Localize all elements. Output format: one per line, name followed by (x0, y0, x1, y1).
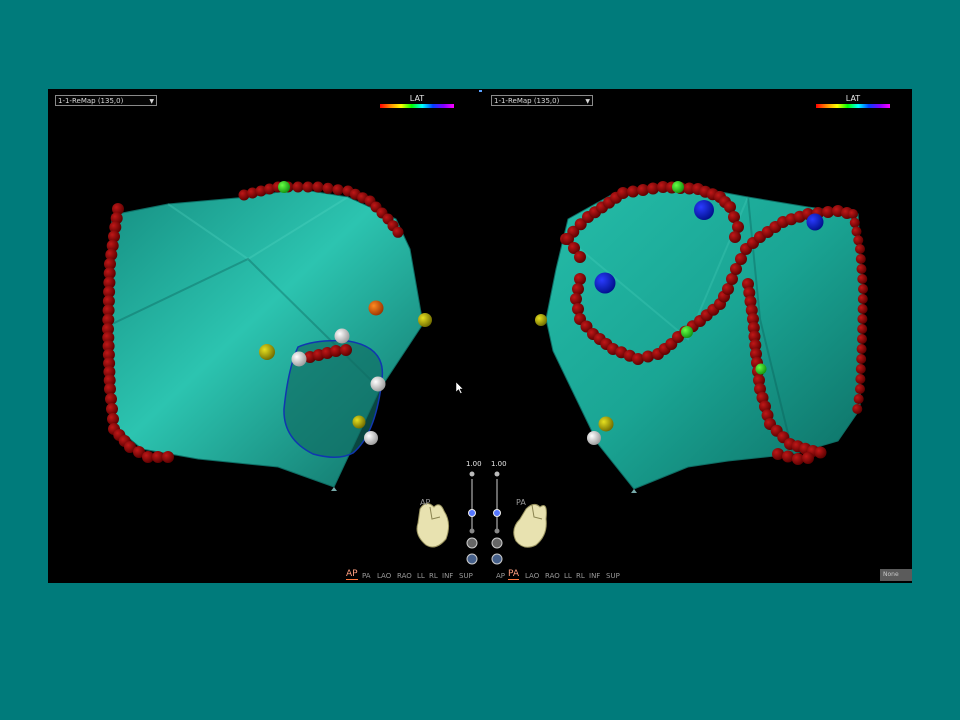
ablation-tag (312, 181, 324, 193)
none-dropdown-label: None (883, 571, 899, 578)
view-button-right-ll[interactable]: LL (564, 572, 572, 580)
slider-thumb[interactable] (468, 509, 476, 517)
ablation-tag (572, 303, 584, 315)
ablation-tag (855, 254, 866, 264)
orientation-label-right: PA (516, 498, 526, 507)
ablation-tag (572, 283, 584, 295)
point-marker (587, 431, 601, 445)
slider-thumb[interactable] (493, 509, 501, 517)
point-marker (364, 431, 378, 445)
view-button-right-lao[interactable]: LAO (525, 572, 539, 580)
opacity-value-left: 1.00 (466, 460, 482, 468)
ablation-tag (853, 235, 864, 246)
opacity-value-right: 1.00 (491, 460, 507, 468)
view-button-right-rl[interactable]: RL (576, 572, 585, 580)
ablation-tag (814, 446, 827, 459)
mouse-cursor-icon (455, 381, 464, 394)
view-button-left-lao[interactable]: LAO (377, 572, 391, 580)
point-marker (352, 415, 366, 429)
point-marker (694, 200, 714, 220)
opacity-slider-left[interactable] (466, 471, 478, 565)
view-button-left-sup[interactable]: SUP (459, 572, 473, 580)
point-marker (278, 181, 290, 193)
view-button-left-ll[interactable]: LL (417, 572, 425, 580)
view-button-left-ap[interactable]: AP (346, 569, 358, 580)
ablation-tag (857, 324, 868, 334)
ablation-tag (855, 244, 865, 254)
ablation-tag (857, 334, 867, 344)
view-button-right-rao[interactable]: RAO (545, 572, 560, 580)
ablation-tag (848, 209, 858, 219)
ablation-tag (772, 448, 784, 460)
point-marker (418, 313, 432, 327)
ablation-tag (392, 226, 404, 238)
point-marker (672, 181, 684, 193)
point-marker (806, 213, 824, 231)
orientation-label-left: AP (420, 498, 431, 507)
view-button-left-pa[interactable]: PA (362, 572, 371, 580)
view-button-left-inf[interactable]: INF (442, 572, 453, 580)
point-marker (598, 416, 614, 432)
point-marker (291, 351, 307, 367)
ablation-tag (632, 353, 644, 365)
ablation-tag (857, 274, 868, 284)
ablation-tag (857, 294, 868, 304)
ablation-tag (855, 364, 866, 374)
ablation-tag (858, 284, 868, 294)
ablation-tag (570, 293, 582, 305)
view-button-right-ap[interactable]: AP (496, 572, 505, 580)
opacity-slider-right[interactable] (491, 471, 503, 565)
ablation-tag (856, 344, 867, 354)
ablation-tag (857, 304, 868, 314)
ablation-tag (857, 314, 868, 324)
point-marker (755, 363, 767, 375)
ablation-tag (856, 264, 867, 274)
point-marker (368, 300, 384, 316)
view-button-left-rao[interactable]: RAO (397, 572, 412, 580)
eye-icon[interactable] (491, 537, 503, 549)
viewport-divider-marker (479, 90, 482, 92)
ablation-tag (292, 181, 304, 193)
view-button-right-sup[interactable]: SUP (606, 572, 620, 580)
ablation-tag (855, 374, 866, 384)
heart-orientation-icon-left (416, 503, 450, 548)
point-marker (594, 272, 616, 294)
ablation-tag (729, 231, 741, 243)
left-atrium-ap-view[interactable] (107, 188, 424, 491)
ablation-tag (162, 451, 174, 463)
reset-icon[interactable] (466, 553, 478, 565)
ablation-tag (642, 350, 654, 363)
ablation-tag (856, 354, 867, 364)
point-marker (370, 376, 386, 392)
heart-orientation-icon-right (513, 503, 547, 548)
none-dropdown-button[interactable]: None (880, 569, 912, 581)
view-button-right-pa[interactable]: PA (508, 569, 520, 580)
ablation-tag (574, 251, 586, 263)
ablation-tag (851, 226, 862, 237)
point-marker (334, 328, 350, 344)
point-marker (681, 326, 693, 338)
ablation-tag (782, 450, 794, 463)
ablation-tag (802, 452, 814, 464)
ablation-tag (340, 344, 352, 356)
view-button-right-inf[interactable]: INF (589, 572, 600, 580)
eye-icon[interactable] (466, 537, 478, 549)
ablation-tag (322, 182, 334, 194)
ablation-tag (852, 404, 863, 414)
ablation-tag (853, 394, 864, 404)
point-marker (535, 314, 547, 326)
reset-icon[interactable] (491, 553, 503, 565)
ablation-tag (332, 184, 344, 196)
mapping-viewer[interactable]: 1-1-ReMap (135,0) ▼ 1-1-ReMap (135,0) ▼ … (48, 89, 912, 583)
ablation-tag (855, 384, 865, 394)
point-marker (259, 344, 275, 360)
ablation-tag (302, 181, 314, 193)
ablation-tag (849, 217, 860, 228)
anatomy-scene[interactable] (48, 89, 912, 583)
view-button-left-rl[interactable]: RL (429, 572, 438, 580)
ablation-tag (574, 273, 586, 285)
